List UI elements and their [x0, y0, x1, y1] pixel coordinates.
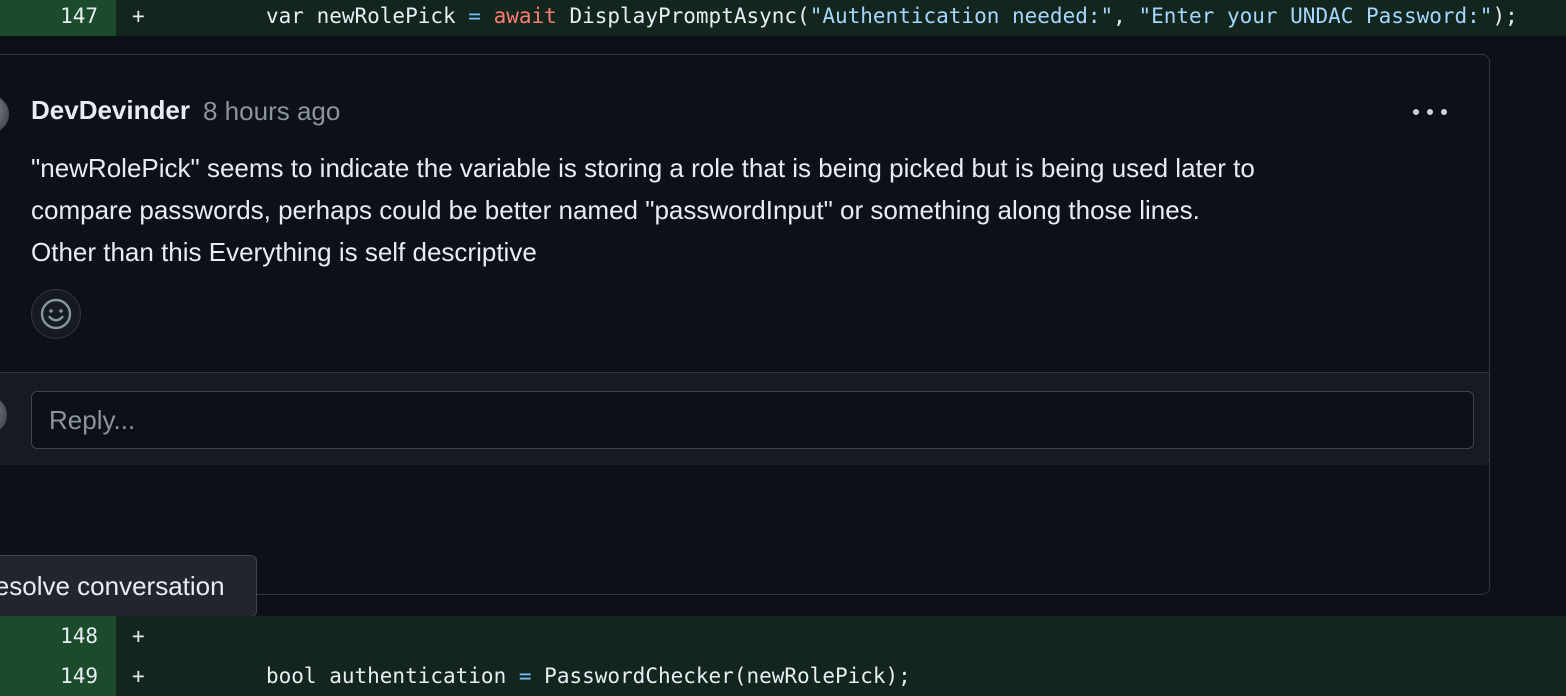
line-number[interactable]: 148 [0, 616, 116, 656]
code-token: ); [1492, 4, 1518, 28]
kebab-horizontal-icon[interactable] [1413, 97, 1447, 127]
code-token: PasswordChecker(newRolePick); [531, 664, 911, 688]
diff-line-148: 148 + [0, 616, 1566, 656]
diff-line-149: 149 + bool authentication = PasswordChec… [0, 656, 1566, 696]
comment-timestamp[interactable]: 8 hours ago [203, 96, 340, 127]
code-token: var newRolePick [266, 4, 469, 28]
code-content: + [116, 616, 1566, 656]
code-token: DisplayPromptAsync( [556, 4, 810, 28]
dot [1441, 109, 1447, 115]
review-comment: DevDevinder 8 hours ago "newRolePick" se… [0, 54, 1490, 465]
dot [1427, 109, 1433, 115]
addition-marker: + [132, 664, 145, 688]
comment-body-line: Other than this Everything is self descr… [31, 237, 537, 267]
code-token: bool authentication [266, 664, 519, 688]
code-operator: = [518, 664, 532, 688]
code-content: + var newRolePick = await DisplayPromptA… [116, 0, 1566, 36]
comment-body-line: "newRolePick" seems to indicate the vari… [31, 153, 1255, 183]
code-operator: = [468, 4, 481, 28]
review-thread: DevDevinder 8 hours ago "newRolePick" se… [0, 54, 1490, 617]
line-number[interactable]: 149 [0, 656, 116, 696]
code-token: , [1113, 4, 1139, 28]
code-content: + bool authentication = PasswordChecker(… [116, 656, 1566, 696]
dot [1413, 109, 1419, 115]
code-keyword: await [493, 4, 557, 28]
resolve-conversation-button[interactable]: Resolve conversation [0, 555, 257, 617]
avatar[interactable] [0, 95, 9, 133]
code-string: "Authentication needed:" [809, 4, 1114, 28]
diff-line-147: 147 + var newRolePick = await DisplayPro… [0, 0, 1566, 36]
comment-author[interactable]: DevDevinder [31, 95, 190, 126]
comment-body-line: compare passwords, perhaps could be bett… [31, 195, 1200, 225]
comment-body: "newRolePick" seems to indicate the vari… [31, 147, 1391, 273]
smiley-icon [40, 298, 72, 330]
line-number[interactable]: 147 [0, 0, 116, 36]
code-string: "Enter your UNDAC Password:" [1138, 4, 1493, 28]
addition-marker: + [132, 4, 145, 28]
reply-input[interactable] [31, 391, 1474, 449]
add-reaction-button[interactable] [31, 289, 81, 339]
pull-request-diff-view: 147 + var newRolePick = await DisplayPro… [0, 0, 1566, 696]
addition-marker: + [132, 624, 145, 648]
